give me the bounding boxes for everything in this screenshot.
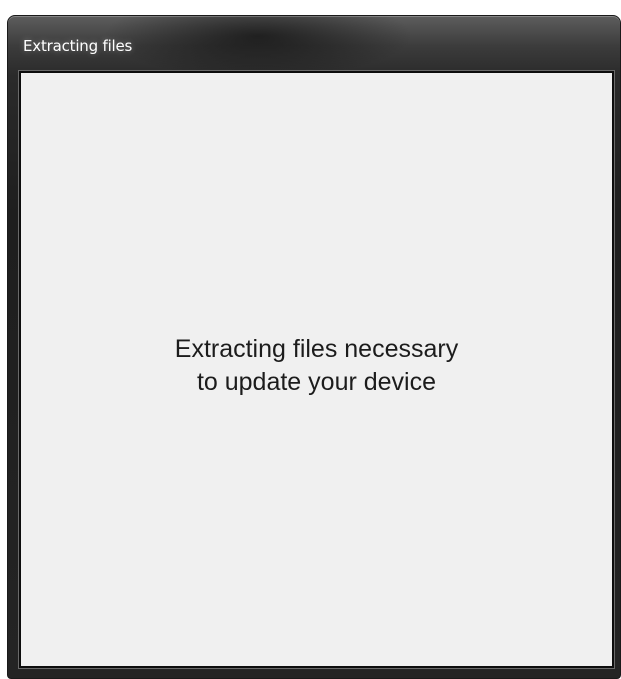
- window-title: Extracting files: [23, 37, 133, 55]
- status-message-line-1: Extracting files necessary: [174, 334, 459, 363]
- status-message-line-2: to update your device: [196, 367, 437, 396]
- dialog-content-area: Extracting files necessary to update you…: [19, 71, 614, 668]
- status-message: Extracting files necessary to update you…: [175, 333, 458, 399]
- extracting-files-window: Extracting files Extracting files necess…: [7, 15, 621, 679]
- window-titlebar[interactable]: Extracting files: [8, 16, 620, 72]
